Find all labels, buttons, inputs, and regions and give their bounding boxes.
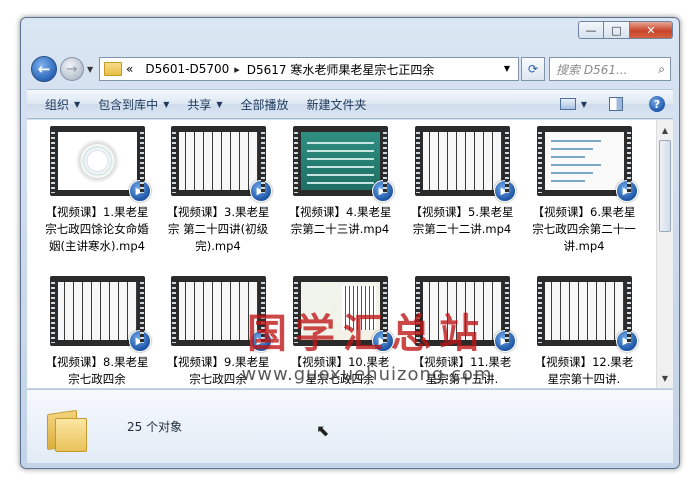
help-icon[interactable]: ? — [649, 96, 665, 112]
file-name: 【视频课】9.果老星宗七政四余 — [166, 355, 270, 386]
scrollbar-thumb[interactable] — [659, 140, 671, 232]
item-count: 25 个对象 — [127, 420, 183, 434]
change-view-icon[interactable] — [559, 98, 576, 110]
address-bar[interactable]: « D5601-D5700 ▸ D5617 寒水老师果老星宗七正四余 ▼ — [99, 57, 519, 81]
media-player-icon: ▶ — [128, 180, 151, 202]
refresh-icon: ⟳ — [527, 62, 539, 76]
search-input[interactable]: 搜索 D561... ⌕ — [549, 57, 671, 81]
file-name: 【视频课】4.果老星宗第二十三讲.mp4 — [288, 205, 392, 236]
media-player-icon: ▶ — [493, 330, 516, 352]
search-placeholder: 搜索 D561... — [556, 62, 628, 77]
file-name: 【视频课】1.果老星宗七政四馀论女命婚姻(主讲寒水).mp4 — [45, 205, 149, 253]
breadcrumb-separator[interactable]: ▸ — [234, 63, 240, 76]
video-thumbnail: ▶ — [170, 276, 272, 352]
media-player-icon: ▶ — [371, 180, 394, 202]
video-thumbnail: ▶ — [536, 276, 638, 352]
video-thumbnail: ▶ — [292, 276, 394, 352]
scroll-up-arrow-icon[interactable]: ▲ — [657, 122, 673, 138]
search-icon[interactable]: ⌕ — [658, 62, 665, 77]
media-player-icon: ▶ — [615, 330, 638, 352]
video-thumbnail: ▶ — [170, 126, 272, 202]
preview-pane-icon[interactable] — [609, 97, 623, 111]
file-name: 【视频课】8.果老星宗七政四余 — [45, 355, 149, 386]
caption-buttons: — □ ✕ — [578, 21, 673, 39]
share-menu[interactable]: 共享 ▼ — [187, 96, 222, 113]
navigation-bar: ← → ▼ « D5601-D5700 ▸ D5617 寒水老师果老星宗七正四余… — [31, 54, 671, 84]
maximize-button[interactable]: □ — [604, 21, 630, 39]
vertical-scrollbar[interactable]: ▲ ▼ — [656, 120, 673, 388]
details-pane: 25 个对象 — [27, 389, 673, 463]
file-item[interactable]: ▶ 【视频课】12.果老星宗第十四讲. — [528, 276, 640, 388]
file-name: 【视频课】5.果老星宗第二十二讲.mp4 — [410, 205, 514, 236]
view-dropdown-icon[interactable]: ▼ — [581, 100, 587, 109]
close-button[interactable]: ✕ — [630, 21, 673, 39]
file-item[interactable]: ▶ 【视频课】6.果老星宗七政四余第二十一讲.mp4 — [528, 126, 640, 255]
chevron-down-icon: ▼ — [163, 99, 170, 109]
folder-icon — [104, 62, 122, 76]
back-button[interactable]: ← — [31, 56, 57, 82]
play-all-button[interactable]: 全部播放 — [241, 96, 289, 113]
file-item[interactable]: ▶ 【视频课】10.果老星宗七政四余 — [284, 276, 396, 388]
file-name: 【视频课】11.果老星宗第十五讲. — [412, 355, 512, 386]
file-name: 【视频课】3.果老星宗 第二十四讲(初级完).mp4 — [166, 205, 270, 253]
organize-menu[interactable]: 组织 ▼ — [45, 96, 80, 113]
file-item[interactable]: ▶ 【视频课】9.果老星宗七政四余 — [162, 276, 274, 388]
file-name: 【视频课】10.果老星宗七政四余 — [290, 355, 390, 386]
media-player-icon: ▶ — [249, 180, 272, 202]
video-thumbnail: ▶ — [292, 126, 394, 202]
file-item[interactable]: ▶ 【视频课】3.果老星宗 第二十四讲(初级完).mp4 — [162, 126, 274, 255]
include-in-library-menu[interactable]: 包含到库中 ▼ — [98, 96, 169, 113]
breadcrumb-item-parent[interactable]: D5601-D5700 — [145, 62, 229, 76]
video-thumbnail: ▶ — [49, 126, 151, 202]
address-dropdown-icon[interactable]: ▼ — [504, 64, 510, 73]
breadcrumb-overflow[interactable]: « — [126, 62, 133, 76]
minimize-button[interactable]: — — [578, 21, 604, 39]
arrow-left-icon: ← — [37, 60, 51, 78]
command-bar: 组织 ▼ 包含到库中 ▼ 共享 ▼ 全部播放 新建文件夹 ▼ ? — [27, 89, 673, 119]
arrow-right-icon: → — [66, 61, 78, 77]
refresh-button[interactable]: ⟳ — [521, 57, 545, 81]
media-player-icon: ▶ — [615, 180, 638, 202]
recent-pages-dropdown[interactable]: ▼ — [87, 65, 97, 74]
explorer-window: — □ ✕ ← → ▼ « D5601-D5700 ▸ D5617 寒水老师果老… — [20, 17, 680, 469]
chevron-down-icon: ▼ — [74, 99, 81, 109]
mouse-cursor-icon: ⬉ — [316, 421, 330, 440]
file-item[interactable]: ▶ 【视频课】1.果老星宗七政四馀论女命婚姻(主讲寒水).mp4 — [41, 126, 153, 255]
scroll-down-arrow-icon[interactable]: ▼ — [657, 370, 673, 386]
file-item[interactable]: ▶ 【视频课】8.果老星宗七政四余 — [41, 276, 153, 388]
media-player-icon: ▶ — [371, 330, 394, 352]
forward-button[interactable]: → — [60, 57, 84, 81]
video-thumbnail: ▶ — [536, 126, 638, 202]
file-name: 【视频课】12.果老星宗第十四讲. — [534, 355, 634, 386]
media-player-icon: ▶ — [128, 330, 151, 352]
video-thumbnail: ▶ — [414, 126, 516, 202]
media-player-icon: ▶ — [493, 180, 516, 202]
video-thumbnail: ▶ — [49, 276, 151, 352]
breadcrumb-item-current[interactable]: D5617 寒水老师果老星宗七正四余 — [247, 61, 435, 78]
file-name: 【视频课】6.果老星宗七政四余第二十一讲.mp4 — [532, 205, 636, 253]
new-folder-button[interactable]: 新建文件夹 — [307, 96, 367, 113]
video-thumbnail: ▶ — [414, 276, 516, 352]
folder-large-icon — [47, 409, 93, 452]
file-item[interactable]: ▶ 【视频课】4.果老星宗第二十三讲.mp4 — [284, 126, 396, 238]
file-list[interactable]: ▶ 【视频课】1.果老星宗七政四馀论女命婚姻(主讲寒水).mp4 ▶ 【视频课】3.果… — [27, 120, 673, 388]
media-player-icon: ▶ — [249, 330, 272, 352]
chevron-down-icon: ▼ — [216, 99, 223, 109]
file-item[interactable]: ▶ 【视频课】11.果老星宗第十五讲. — [406, 276, 518, 388]
file-item[interactable]: ▶ 【视频课】5.果老星宗第二十二讲.mp4 — [406, 126, 518, 238]
